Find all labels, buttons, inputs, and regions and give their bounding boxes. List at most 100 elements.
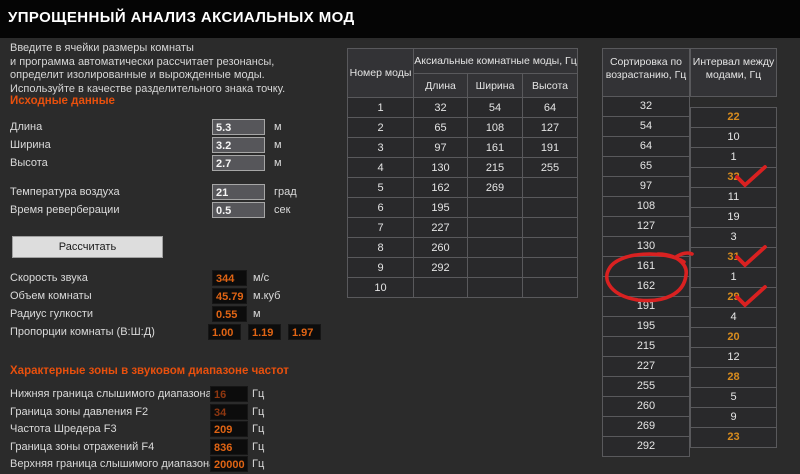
interval-value-cell: 1: [690, 147, 777, 168]
output-unit: м.куб: [253, 290, 281, 302]
zone-value-f4: 836: [210, 438, 248, 455]
field-unit: м: [274, 139, 282, 151]
sorted-value-cell: 269: [602, 416, 690, 437]
input-fields-group: Длина 5.3 м Ширина 3.2 м Высота 2.7 м Те…: [10, 119, 330, 220]
interval-value-cell: 32: [690, 167, 777, 188]
zone-unit: Гц: [252, 405, 265, 418]
output-row: Радиус гулкости 0.55 м: [10, 306, 370, 324]
page-title: УПРОЩЕННЫЙ АНАЛИЗ АКСИАЛЬНЫХ МОД: [8, 9, 355, 26]
zone-label: Частота Шредера F3: [10, 423, 117, 435]
sorted-value-cell: 162: [602, 276, 690, 297]
modes-table-row: 1 32 54 64: [347, 97, 578, 118]
mode-number-cell: 2: [347, 117, 414, 138]
interval-value-cell: 23: [690, 427, 777, 448]
output-label: Объем комнаты: [10, 290, 92, 302]
sorted-value-cell: 215: [602, 336, 690, 357]
output-row: Объем комнаты 45.79 м.куб: [10, 288, 370, 306]
intro-text: Введите в ячейки размеры комнаты и програ…: [10, 42, 285, 96]
sorted-value-cell: 161: [602, 256, 690, 277]
interval-value-cell: 1: [690, 267, 777, 288]
zone-label: Нижняя граница слышимого диапазона F1: [10, 388, 228, 400]
calculate-button[interactable]: Рассчитать: [12, 236, 163, 258]
zone-row: Граница зоны отражений F4 836 Гц: [10, 438, 340, 457]
interval-value-cell: 4: [690, 307, 777, 328]
output-room-volume: 45.79: [212, 288, 247, 304]
section-header-input-data: Исходные данные: [10, 95, 115, 107]
field-label: Длина: [10, 121, 43, 133]
modes-table: Номер моды Аксиальные комнатные моды, Гц Д…: [347, 48, 578, 298]
modes-table-row: 3 97 161 191: [347, 137, 578, 158]
intro-line: определит изолированные и вырожденные мо…: [10, 69, 265, 81]
mode-freq-cell: [413, 277, 468, 298]
output-label: Радиус гулкости: [10, 308, 94, 320]
field-label: Высота: [10, 157, 48, 169]
zone-row: Частота Шредера F3 209 Гц: [10, 421, 340, 439]
mode-freq-cell: [522, 257, 578, 278]
output-room-proportions: 1.00: [208, 324, 241, 340]
mode-freq-cell: 130: [413, 157, 468, 178]
sorted-column-header: Сортировка по возрастанию, Гц: [602, 48, 690, 97]
mode-freq-cell: [467, 237, 523, 258]
modes-header-mode-number: Номер моды: [347, 48, 414, 98]
output-row: Скорость звука 344 м/с: [10, 270, 370, 288]
zone-unit: Гц: [252, 440, 265, 453]
title-bar: УПРОЩЕННЫЙ АНАЛИЗ АКСИАЛЬНЫХ МОД: [0, 0, 800, 38]
mode-number-cell: 7: [347, 217, 414, 238]
frequency-zones-group: Нижняя граница слышимого диапазона F1 16 Г…: [10, 386, 340, 474]
mode-number-cell: 4: [347, 157, 414, 178]
input-reverb-time[interactable]: 0.5: [212, 202, 265, 218]
sorted-value-cell: 54: [602, 116, 690, 137]
interval-value-cell: 22: [690, 107, 777, 128]
mode-freq-cell: [467, 217, 523, 238]
sorted-value-cell: 32: [602, 96, 690, 117]
mode-freq-cell: 54: [467, 97, 523, 118]
modes-subheader: Ширина: [467, 73, 523, 98]
interval-value-cell: 3: [690, 227, 777, 248]
sorted-value-cell: 191: [602, 296, 690, 317]
mode-freq-cell: 195: [413, 197, 468, 218]
mode-number-cell: 8: [347, 237, 414, 258]
output-room-proportions: 1.19: [248, 324, 281, 340]
interval-value-cell: 10: [690, 127, 777, 148]
axial-modes-table: Номер моды Аксиальные комнатные моды, Гц Д…: [347, 48, 578, 298]
output-row: Пропорции комнаты (В:Ш:Д) 1.00 1.19 1.97: [10, 324, 370, 342]
interval-value-cell: 5: [690, 387, 777, 408]
mode-freq-cell: 227: [413, 217, 468, 238]
zone-unit: Гц: [252, 423, 265, 435]
intro-line: и программа автоматически рассчитает рез…: [10, 55, 275, 68]
field-unit: сек: [274, 204, 291, 216]
interval-value-cell: 28: [690, 367, 777, 388]
field-row: Высота 2.7 м: [10, 155, 330, 173]
intervals-column-header: Интервал между модами, Гц: [690, 48, 777, 97]
mode-freq-cell: [467, 257, 523, 278]
input-temperature[interactable]: 21: [212, 184, 265, 200]
zone-label: Граница зоны давления F2: [10, 405, 149, 418]
output-boom-radius: 0.55: [212, 306, 247, 322]
modes-subheader: Высота: [522, 73, 578, 98]
modes-table-row: 9 292: [347, 257, 578, 278]
zone-unit: Гц: [252, 388, 265, 400]
output-sound-speed: 344: [212, 270, 247, 286]
interval-value-cell: 12: [690, 347, 777, 368]
mode-freq-cell: [522, 277, 578, 298]
input-width[interactable]: 3.2: [212, 137, 265, 153]
input-height[interactable]: 2.7: [212, 155, 265, 171]
modes-subheader: Длина: [413, 73, 468, 98]
intro-line: Введите в ячейки размеры комнаты: [10, 42, 194, 54]
mode-freq-cell: 191: [522, 137, 578, 158]
interval-value-cell: 11: [690, 187, 777, 208]
sorted-value-cell: 292: [602, 436, 690, 457]
modes-table-row: 4 130 215 255: [347, 157, 578, 178]
field-label: Ширина: [10, 139, 51, 151]
zone-row: Верхняя граница слышимого диапазона F5 20…: [10, 456, 340, 474]
field-unit: м: [274, 157, 282, 169]
input-length[interactable]: 5.3: [212, 119, 265, 135]
modes-table-row: 8 260: [347, 237, 578, 258]
interval-value-cell: 19: [690, 207, 777, 228]
sorted-value-cell: 108: [602, 196, 690, 217]
mode-freq-cell: [522, 177, 578, 198]
mode-freq-cell: [467, 277, 523, 298]
output-fields-group: Скорость звука 344 м/с Объем комнаты 45.79 м.…: [10, 270, 370, 342]
sorted-value-cell: 127: [602, 216, 690, 237]
sorted-value-cell: 97: [602, 176, 690, 197]
